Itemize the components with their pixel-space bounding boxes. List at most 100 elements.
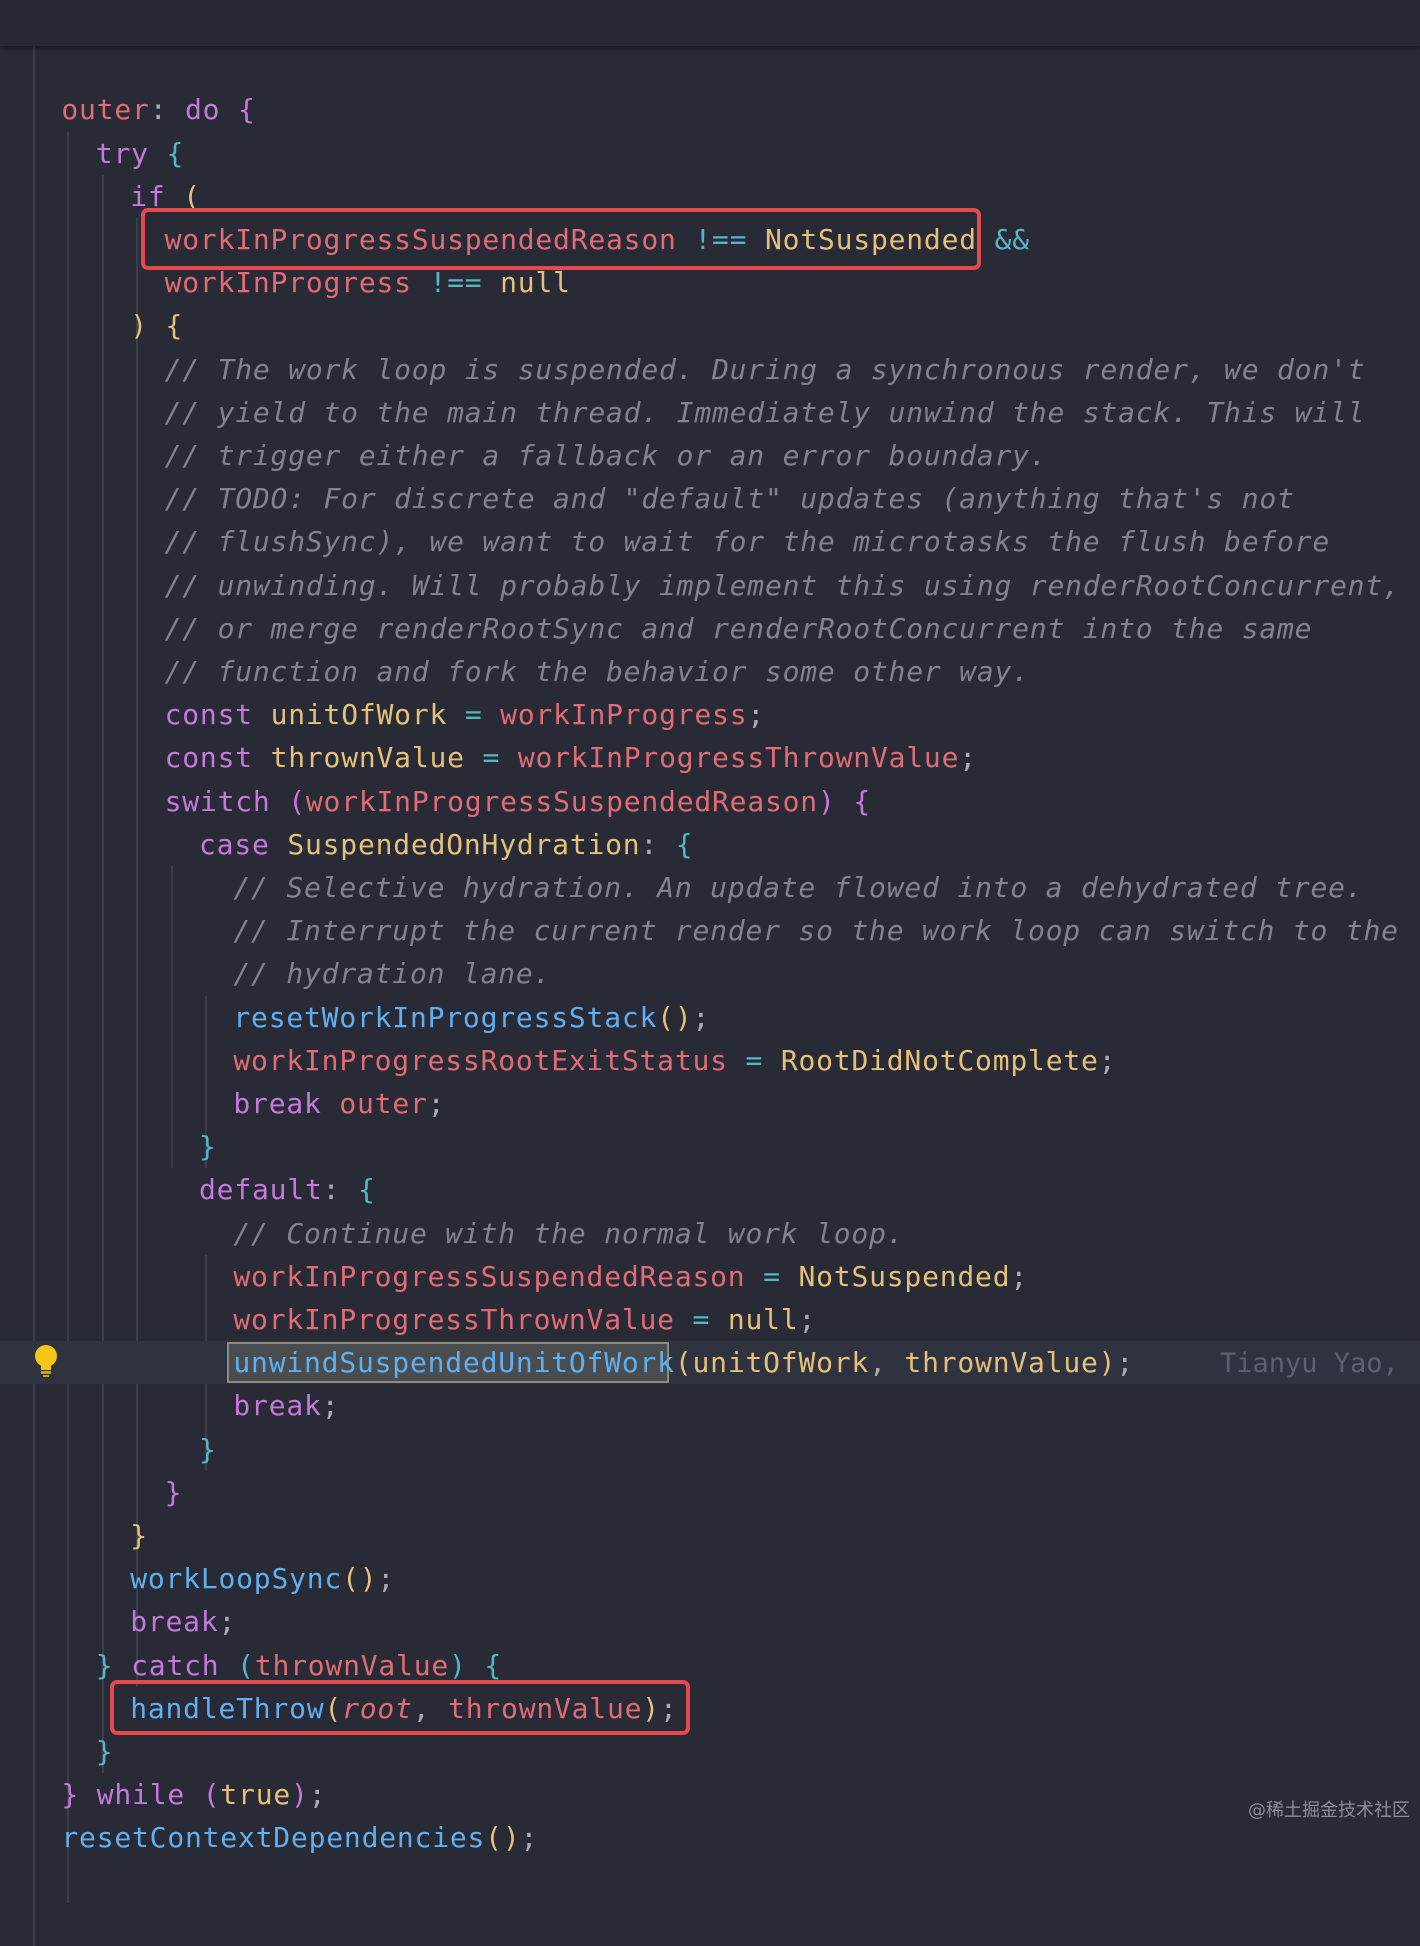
code-line[interactable]: const unitOfWork = workInProgress; [165, 693, 765, 736]
code-line[interactable]: resetWorkInProgressStack(); [233, 996, 710, 1039]
code-line[interactable]: // flushSync), we want to wait for the m… [165, 520, 1330, 563]
code-editor[interactable]: function renderRootSync(root: FiberRoot,… [0, 0, 1420, 1946]
code-token: break [233, 1087, 322, 1120]
code-token: } [130, 1519, 148, 1552]
code-line[interactable]: outer: do { [61, 88, 255, 131]
code-token: ; [1116, 1346, 1134, 1380]
code-line[interactable]: workInProgressThrownValue = null; [233, 1298, 816, 1341]
code-line[interactable]: workInProgressRootExitStatus = RootDidNo… [233, 1039, 1116, 1082]
code-token: } [95, 1648, 114, 1682]
code-line[interactable]: } [130, 1514, 148, 1557]
code-line[interactable]: case SuspendedOnHydration: { [199, 823, 693, 866]
code-token: // Selective hydration. An update flowed… [233, 871, 1364, 904]
code-token: ; [959, 741, 977, 775]
code-line[interactable]: // Interrupt the current render so the w… [233, 909, 1398, 952]
code-line[interactable]: const thrownValue = workInProgressThrown… [165, 736, 977, 779]
code-token: true [220, 1778, 292, 1812]
code-token: { [357, 1173, 376, 1207]
code-token: try [95, 136, 149, 170]
code-token: { [238, 93, 256, 127]
code-line[interactable]: // yield to the main thread. Immediately… [165, 391, 1366, 434]
code-token: ; [747, 698, 766, 732]
code-token: while [96, 1778, 186, 1812]
code-token: ) [1098, 1346, 1117, 1380]
code-token: workInProgressSuspendedReason [233, 1259, 746, 1293]
code-token: thrownValue [904, 1346, 1099, 1380]
sticky-scroll-header [0, 0, 1420, 46]
code-line[interactable]: // or merge renderRootSync and renderRoo… [165, 607, 1313, 650]
indent-guide [33, 45, 35, 1946]
code-token: workInProgressThrownValue [517, 741, 960, 775]
code-line[interactable]: } [199, 1125, 217, 1168]
code-line[interactable]: break; [130, 1600, 236, 1643]
code-token: ; [377, 1562, 396, 1596]
indent-guide [101, 174, 104, 1730]
code-token: = [464, 698, 483, 732]
code-line[interactable]: // Selective hydration. An update flowed… [233, 866, 1363, 909]
code-token: : [322, 1173, 358, 1207]
code-line[interactable]: // trigger either a fallback or an error… [165, 434, 1048, 477]
code-line[interactable]: } while (true); [61, 1773, 326, 1816]
code-token: workInProgressRootExitStatus [233, 1043, 728, 1077]
code-token: } [61, 1778, 80, 1812]
code-token: && [994, 223, 1030, 256]
code-token: } [164, 1475, 183, 1509]
code-token: // yield to the main thread. Immediately… [164, 395, 1366, 429]
code-line[interactable]: resetContextDependencies(); [61, 1816, 538, 1859]
code-token: workInProgressThrownValue [233, 1303, 675, 1336]
code-token: ; [308, 1778, 327, 1812]
code-token: // Continue with the normal work loop. [233, 1216, 905, 1250]
code-token: ; [321, 1389, 340, 1423]
code-line[interactable]: switch (workInProgressSuspendedReason) { [165, 780, 871, 823]
code-token: do [185, 93, 221, 127]
code-token: !== [429, 266, 483, 300]
code-line[interactable]: workLoopSync(); [130, 1557, 395, 1600]
code-token: = [763, 1259, 781, 1293]
code-token: resetContextDependencies [61, 1821, 486, 1855]
code-token: ; [692, 1000, 711, 1034]
code-token: = [745, 1043, 764, 1077]
code-token: default [199, 1173, 323, 1207]
code-line[interactable]: } [96, 1730, 114, 1773]
code-token: workInProgress [500, 698, 748, 732]
code-line[interactable]: // TODO: For discrete and "default" upda… [165, 477, 1295, 520]
code-line[interactable]: // Continue with the normal work loop. [233, 1212, 904, 1255]
indent-guide [136, 218, 139, 1687]
code-line[interactable]: // The work loop is suspended. During a … [165, 348, 1366, 391]
code-line[interactable]: // function and fork the behavior some o… [165, 650, 1030, 693]
code-line[interactable]: unwindSuspendedUnitOfWork(unitOfWork, th… [233, 1341, 1134, 1384]
code-line[interactable]: workInProgressSuspendedReason = NotSuspe… [233, 1255, 1028, 1298]
code-line[interactable]: break outer; [233, 1082, 445, 1125]
code-line[interactable]: } [199, 1428, 217, 1471]
code-line[interactable]: ) { [130, 304, 183, 347]
lightbulb-icon[interactable] [34, 1344, 58, 1378]
code-token: () [657, 1000, 693, 1034]
code-line[interactable]: } [165, 1471, 183, 1514]
code-line[interactable]: try { [96, 132, 184, 175]
code-token: // trigger either a fallback or an error… [164, 439, 1048, 472]
code-token: unitOfWork [692, 1346, 870, 1380]
code-token: ; [1010, 1259, 1029, 1293]
code-token: null [727, 1303, 799, 1336]
code-token: thrownValue [254, 1648, 450, 1682]
code-line[interactable]: // unwinding. Will probably implement th… [165, 564, 1401, 607]
code-token: // flushSync), we want to wait for the m… [164, 525, 1330, 559]
code-token: = [482, 741, 501, 775]
code-line[interactable]: default: { [199, 1168, 376, 1211]
code-token: () [342, 1562, 378, 1596]
code-line[interactable]: // hydration lane. [233, 952, 551, 995]
code-token: break [233, 1389, 322, 1423]
code-line[interactable]: break; [233, 1384, 339, 1427]
